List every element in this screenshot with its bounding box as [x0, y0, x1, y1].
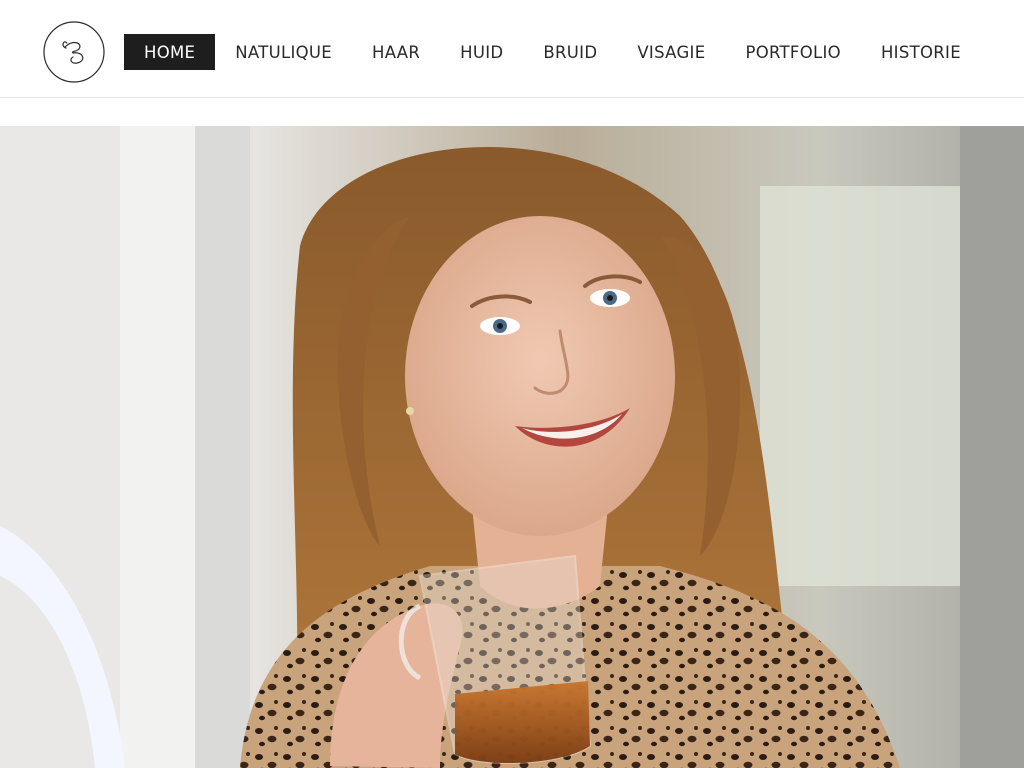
main-navigation: HOME NATULIQUE HAAR HUID BRUID VISAGIE P…	[124, 34, 981, 70]
nav-item-natulique[interactable]: NATULIQUE	[215, 34, 352, 70]
nav-item-portfolio[interactable]: PORTFOLIO	[725, 34, 861, 70]
nav-item-home[interactable]: HOME	[124, 34, 216, 70]
brand-monogram-icon	[43, 21, 105, 83]
nav-item-historie[interactable]: HISTORIE	[861, 34, 981, 70]
nav-item-bruid[interactable]: BRUID	[523, 34, 617, 70]
site-header: HOME NATULIQUE HAAR HUID BRUID VISAGIE P…	[0, 0, 1024, 98]
hero-image	[0, 126, 1024, 768]
nav-item-visagie[interactable]: VISAGIE	[617, 34, 725, 70]
nav-item-huid[interactable]: HUID	[440, 34, 523, 70]
portrait-photo	[0, 126, 1024, 768]
logo-icon[interactable]	[43, 21, 105, 83]
nav-item-haar[interactable]: HAAR	[352, 34, 440, 70]
